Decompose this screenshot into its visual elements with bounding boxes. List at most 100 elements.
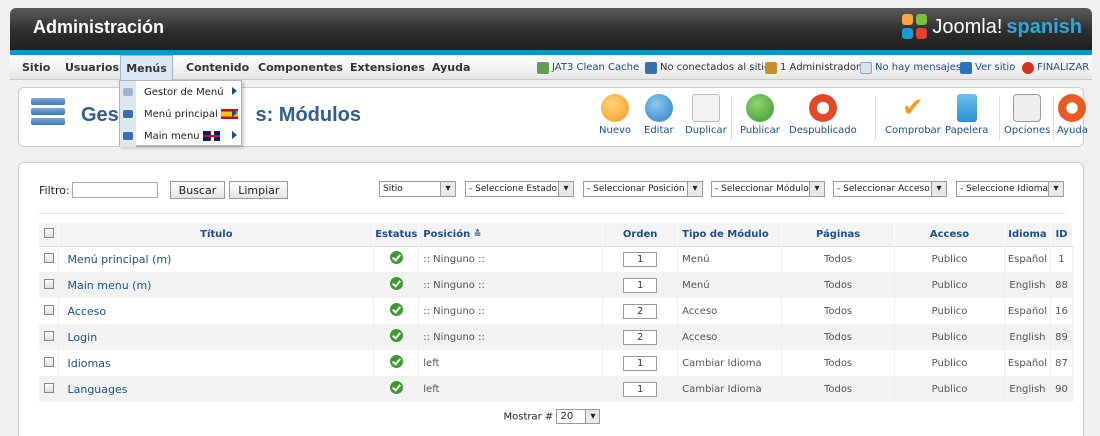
dropdown-item-menu-principal[interactable]: Menú principal <box>120 103 241 125</box>
options-button[interactable]: Opciones <box>1004 94 1050 136</box>
search-button[interactable]: Buscar <box>169 181 226 199</box>
col-access[interactable]: Acceso <box>894 223 1005 247</box>
sort-icon: ≛ <box>473 229 482 240</box>
menu-usuarios[interactable]: Usuarios <box>65 55 119 80</box>
dropdown-item-gestor[interactable]: Gestor de Menú <box>120 81 241 103</box>
published-check-icon[interactable] <box>389 303 403 316</box>
edit-button[interactable]: Editar <box>644 94 674 136</box>
row-checkbox[interactable] <box>43 278 54 289</box>
table-row: Menú principal (m):: Ninguno :: 1 Menú Todo… <box>39 246 1074 272</box>
col-pages[interactable]: Páginas <box>781 223 896 247</box>
uk-flag-icon <box>202 131 220 141</box>
checkmark-icon: ✔ <box>901 93 924 123</box>
row-checkbox[interactable] <box>43 356 54 367</box>
module-type-cell: Menú <box>677 272 783 298</box>
users-icon <box>645 61 657 74</box>
menu-ayuda[interactable]: Ayuda <box>432 55 470 80</box>
select-all-cell <box>39 223 60 247</box>
help-button[interactable]: Ayuda <box>1057 94 1088 136</box>
module-type-cell: Acceso <box>677 324 783 350</box>
col-title[interactable]: Título <box>58 223 375 247</box>
plus-icon <box>601 94 629 122</box>
position-cell: :: Ninguno :: <box>418 272 604 298</box>
filter-input[interactable] <box>71 182 158 198</box>
power-icon <box>1022 61 1034 74</box>
order-input[interactable]: 1 <box>623 277 658 293</box>
menus-dropdown: Gestor de Menú Menú principal Main menu <box>119 80 242 147</box>
main-menubar: Sitio Usuarios Menús Contenido Component… <box>10 55 1092 80</box>
pages-cell: Todos <box>781 324 896 350</box>
module-select[interactable]: - Seleccionar Módulo - <box>711 181 825 197</box>
language-select[interactable]: - Seleccione Idioma - <box>956 181 1064 197</box>
admin-header: Administración Joomla! spanish <box>10 8 1092 50</box>
order-input[interactable]: 2 <box>623 303 658 319</box>
col-id[interactable]: ID <box>1050 223 1074 247</box>
module-title-link[interactable]: Main menu (m) <box>59 279 151 292</box>
access-cell: Publico <box>894 324 1005 350</box>
clear-button[interactable]: Limpiar <box>229 181 289 199</box>
col-order[interactable]: Orden <box>602 223 679 247</box>
order-input[interactable]: 1 <box>623 381 658 397</box>
dropdown-item-main-menu[interactable]: Main menu <box>120 125 241 147</box>
pages-cell: Todos <box>781 272 896 298</box>
checkin-button[interactable]: ✔ Comprobar <box>885 94 941 136</box>
select-all-checkbox[interactable] <box>43 227 54 238</box>
row-checkbox[interactable] <box>43 304 54 315</box>
menu-componentes[interactable]: Componentes <box>258 55 343 80</box>
id-cell: 87 <box>1050 350 1074 376</box>
trash-button[interactable]: Papelera <box>945 94 988 136</box>
state-select[interactable]: - Seleccione Estado - <box>465 181 574 197</box>
module-title-link[interactable]: Languages <box>59 383 127 396</box>
row-checkbox[interactable] <box>43 252 54 263</box>
order-input[interactable]: 2 <box>623 329 658 345</box>
messages-link[interactable]: No hay mensajes <box>860 55 961 80</box>
monitor-icon <box>960 61 972 74</box>
table-row: Languages left 1 Cambiar Idioma Todos Publico… <box>39 376 1074 402</box>
menu-menus[interactable]: Menús <box>120 55 173 80</box>
joomla-logo[interactable]: Joomla! spanish <box>902 14 1082 40</box>
view-site-link[interactable]: Ver sitio <box>960 55 1015 80</box>
row-checkbox[interactable] <box>43 382 54 393</box>
menu-sitio[interactable]: Sitio <box>22 55 50 80</box>
row-checkbox[interactable] <box>43 330 54 341</box>
position-select[interactable]: - Seleccionar Posición - <box>583 181 703 197</box>
menu-contenido[interactable]: Contenido <box>186 55 249 80</box>
col-type[interactable]: Tipo de Módulo <box>677 223 783 247</box>
module-title-link[interactable]: Acceso <box>59 305 106 318</box>
access-cell: Publico <box>894 272 1005 298</box>
pages-cell: Todos <box>781 298 896 324</box>
position-cell: left <box>418 350 604 376</box>
logout-link[interactable]: FINALIZAR <box>1022 55 1089 80</box>
modules-table: Título Estatus Posición ≛ Orden Tipo de … <box>39 223 1074 402</box>
published-check-icon[interactable] <box>389 251 403 265</box>
col-language[interactable]: Idioma <box>1004 223 1051 247</box>
order-input[interactable]: 1 <box>623 355 658 371</box>
site-select[interactable]: Sitio <box>379 181 456 197</box>
order-input[interactable]: 1 <box>623 251 658 267</box>
module-title-link[interactable]: Login <box>59 331 97 344</box>
duplicate-button[interactable]: Duplicar <box>685 94 727 136</box>
published-check-icon[interactable] <box>389 277 403 290</box>
unpublish-button[interactable]: Despublicado <box>789 94 857 136</box>
new-button[interactable]: Nuevo <box>599 94 631 136</box>
language-cell: English <box>1004 272 1051 298</box>
published-check-icon[interactable] <box>389 329 403 342</box>
access-cell: Publico <box>894 350 1005 376</box>
menu-extensiones[interactable]: Extensiones <box>350 55 425 80</box>
trash-icon <box>956 94 977 122</box>
col-position[interactable]: Posición ≛ <box>418 223 604 247</box>
language-cell: English <box>1004 324 1051 350</box>
module-title-link[interactable]: Menú principal (m) <box>59 253 171 266</box>
table-row: Acceso:: Ninguno :: 2 Acceso Todos Publico Es… <box>39 298 1074 324</box>
publish-button[interactable]: Publicar <box>740 94 780 136</box>
col-status[interactable]: Estatus <box>373 223 420 247</box>
table-header-row: Título Estatus Posición ≛ Orden Tipo de … <box>39 223 1074 247</box>
id-cell: 88 <box>1050 272 1074 298</box>
published-check-icon[interactable] <box>389 381 403 394</box>
id-cell: 89 <box>1050 324 1074 350</box>
clean-cache-link[interactable]: JAT3 Clean Cache <box>537 55 639 80</box>
access-select[interactable]: - Seleccionar Acceso - <box>833 181 947 197</box>
pager-limit-select[interactable]: 20 <box>556 409 601 424</box>
module-title-link[interactable]: Idiomas <box>59 357 110 370</box>
published-check-icon[interactable] <box>389 355 403 368</box>
